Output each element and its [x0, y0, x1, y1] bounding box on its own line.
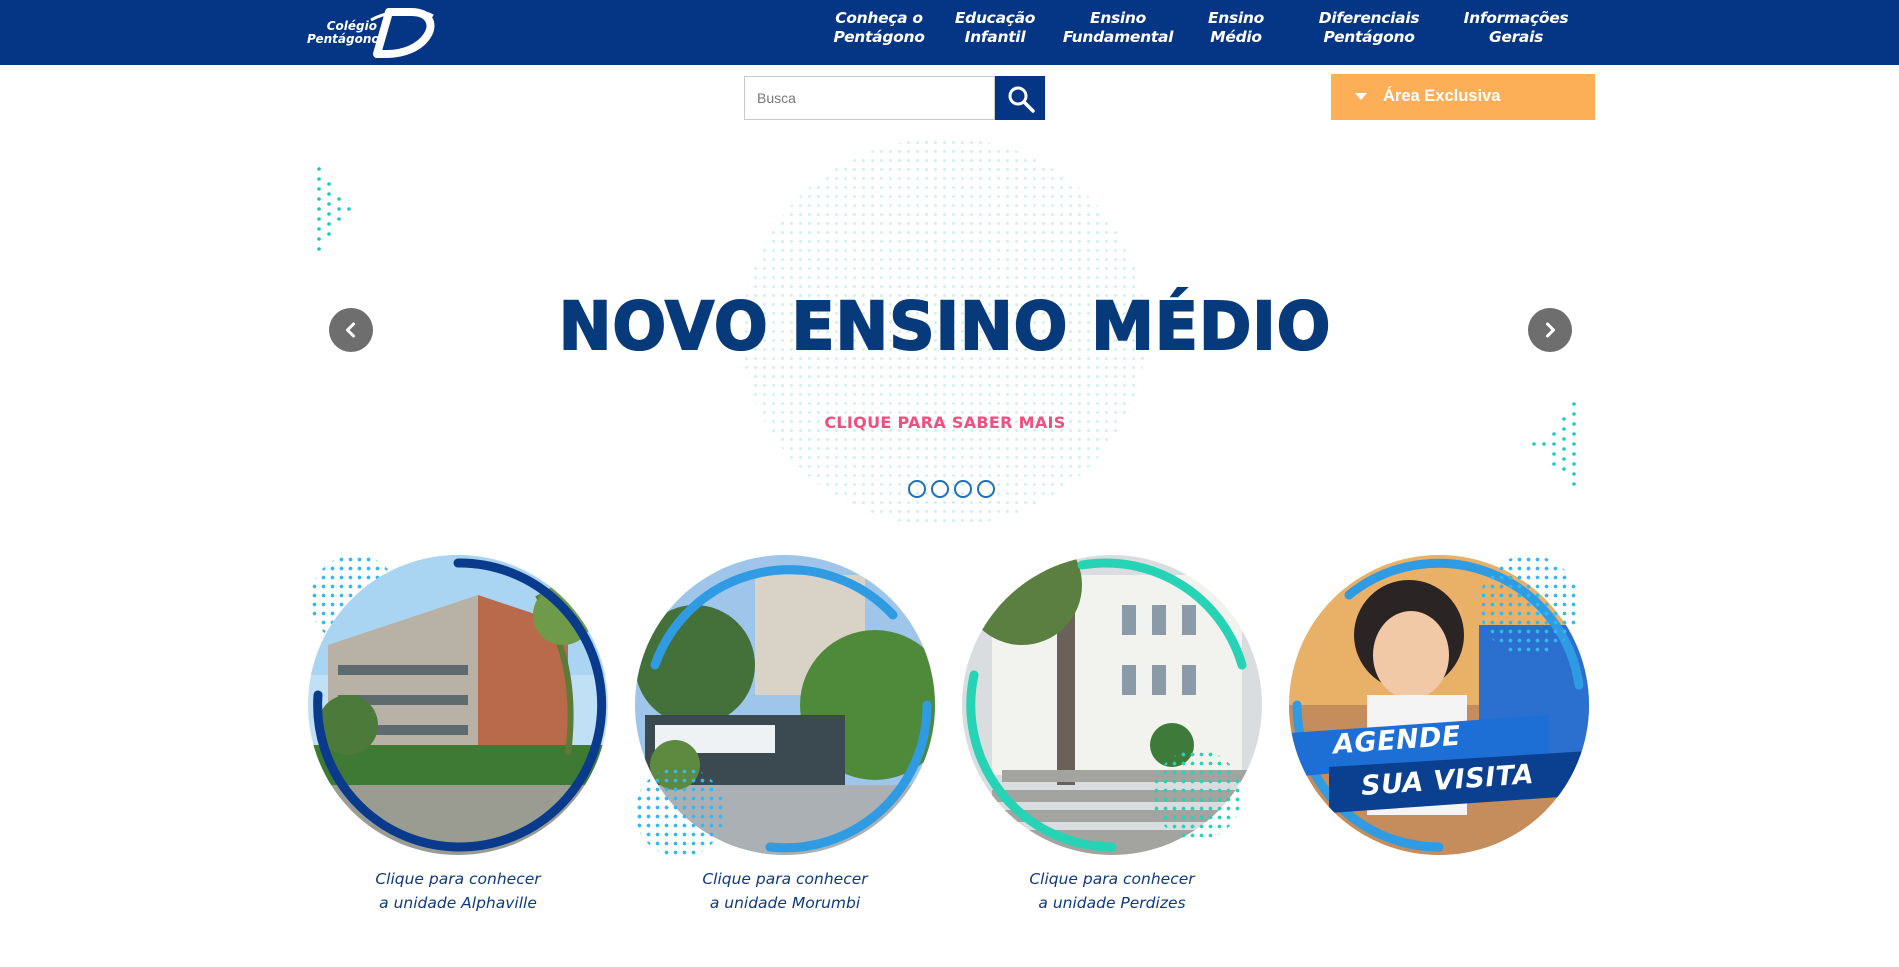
caption-line: Clique para conhecer — [1029, 870, 1195, 888]
area-exclusiva-label: Área Exclusiva — [1383, 87, 1501, 105]
caption-line: a unidade Alphaville — [379, 894, 537, 912]
unit-caption-alphaville[interactable]: Clique para conhecer a unidade Alphavill… — [308, 867, 608, 915]
caption-line: Clique para conhecer — [375, 870, 541, 888]
carousel-dot[interactable] — [931, 480, 949, 498]
chevron-left-icon — [346, 322, 355, 338]
carousel-pagination — [908, 480, 1008, 500]
nav-label-line: Pentágono — [833, 28, 925, 46]
hero-carousel: NOVO ENSINO MÉDIO CLIQUE PARA SABER MAIS — [310, 130, 1580, 530]
nav-label-line: Educação — [954, 9, 1036, 27]
main-menu: Conheça o Pentágono Educação Infantil En… — [0, 9, 1899, 59]
search-form — [744, 76, 1045, 120]
unit-caption-perdizes[interactable]: Clique para conhecer a unidade Perdizes — [962, 867, 1262, 915]
nav-label-line: Fundamental — [1062, 28, 1174, 46]
nav-educacao-infantil[interactable]: Educação Infantil — [930, 9, 1060, 47]
halftone-decoration — [635, 767, 725, 857]
nav-label-line: Gerais — [1488, 28, 1544, 46]
chevron-right-icon — [1546, 322, 1555, 338]
nav-label-line: Diferenciais — [1318, 9, 1420, 27]
carousel-dot[interactable] — [954, 480, 972, 498]
nav-label-line: Ensino — [1089, 9, 1147, 27]
caption-line: Clique para conhecer — [702, 870, 868, 888]
nav-label-line: Ensino — [1207, 9, 1265, 27]
halftone-decoration — [1152, 750, 1242, 840]
visita-banner-strip — [1289, 715, 1589, 813]
search-icon — [1008, 86, 1035, 113]
caption-line: a unidade Morumbi — [709, 894, 861, 912]
nav-label-line: Médio — [1210, 28, 1262, 46]
dotted-triangle-decoration — [317, 167, 351, 251]
nav-label-line: Informações — [1463, 9, 1569, 27]
nav-ensino-fundamental[interactable]: Ensino Fundamental — [1053, 9, 1183, 47]
search-button[interactable] — [995, 76, 1045, 120]
unit-caption-morumbi[interactable]: Clique para conhecer a unidade Morumbi — [635, 867, 935, 915]
nav-label-line: Infantil — [964, 28, 1026, 46]
top-navigation-bar: Colégio Pentágono Conheça o Pentágono Ed… — [0, 0, 1899, 65]
nav-label-line: Conheça o — [835, 9, 923, 27]
hero-cta-link[interactable]: CLIQUE PARA SABER MAIS — [310, 413, 1580, 432]
caption-line: a unidade Perdizes — [1038, 894, 1186, 912]
area-exclusiva-button[interactable]: Área Exclusiva — [1331, 74, 1595, 120]
search-input[interactable] — [744, 76, 995, 120]
nav-label-line: Pentágono — [1323, 28, 1415, 46]
carousel-dot[interactable] — [977, 480, 995, 498]
nav-informacoes-gerais[interactable]: Informações Gerais — [1451, 9, 1581, 47]
nav-diferenciais-pentagono[interactable]: Diferenciais Pentágono — [1304, 9, 1434, 47]
carousel-prev-button[interactable] — [329, 308, 373, 352]
carousel-dot[interactable] — [908, 480, 926, 498]
hero-title: NOVO ENSINO MÉDIO — [558, 287, 1332, 366]
progress-ring-decoration — [313, 558, 607, 852]
caret-down-icon — [1355, 93, 1367, 100]
nav-ensino-medio[interactable]: Ensino Médio — [1171, 9, 1301, 47]
carousel-next-button[interactable] — [1528, 308, 1572, 352]
nav-conheca-o-pentagono[interactable]: Conheça o Pentágono — [814, 9, 944, 47]
